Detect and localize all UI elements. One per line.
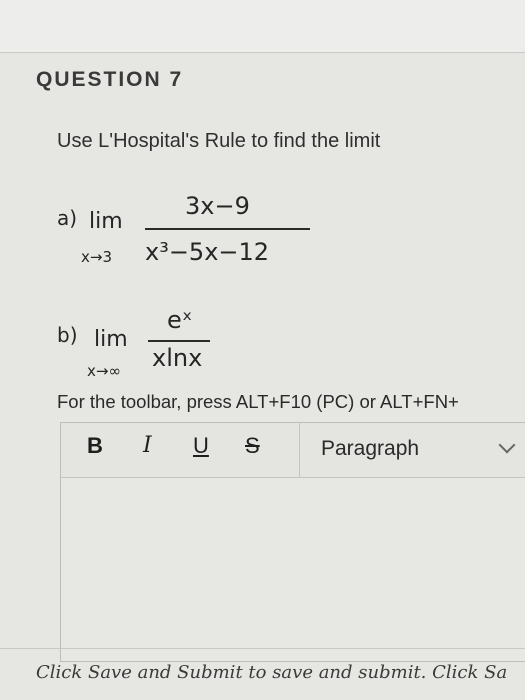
save-submit-instruction: Click Save and Submit to save and submit… bbox=[36, 662, 508, 683]
part-b-fraction-bar bbox=[148, 340, 210, 342]
top-strip bbox=[0, 0, 525, 53]
editor-toolbar: B I U S Paragraph bbox=[61, 423, 525, 478]
footer-divider bbox=[0, 648, 525, 649]
answer-text-area[interactable] bbox=[61, 478, 525, 661]
paragraph-format-dropdown[interactable]: Paragraph bbox=[321, 437, 419, 461]
part-a-numerator: 3x−9 bbox=[185, 192, 250, 220]
chevron-down-icon[interactable] bbox=[498, 436, 516, 454]
toolbar-divider bbox=[299, 423, 300, 477]
question-title: QUESTION 7 bbox=[36, 68, 184, 91]
part-a-subscript: x→3 bbox=[81, 248, 112, 266]
part-b-denominator: xlnx bbox=[152, 344, 203, 372]
strikethrough-button[interactable]: S bbox=[245, 433, 260, 459]
part-a-lim: lim bbox=[89, 209, 123, 234]
part-a-fraction-bar bbox=[145, 228, 310, 230]
question-prompt: Use L'Hospital's Rule to find the limit bbox=[57, 130, 381, 152]
part-b-numerator: eˣ bbox=[167, 306, 193, 334]
part-a-denominator: x³−5x−12 bbox=[145, 238, 270, 266]
part-b-lim: lim bbox=[94, 327, 128, 352]
rich-text-editor: B I U S Paragraph bbox=[60, 422, 525, 662]
underline-button[interactable]: U bbox=[193, 433, 209, 459]
italic-button[interactable]: I bbox=[143, 433, 152, 458]
toolbar-hint: For the toolbar, press ALT+F10 (PC) or A… bbox=[57, 391, 459, 412]
part-b-subscript: x→∞ bbox=[87, 362, 121, 380]
part-b-label: b) bbox=[57, 323, 78, 347]
part-a-label: a) bbox=[57, 206, 78, 230]
bold-button[interactable]: B bbox=[87, 433, 103, 459]
